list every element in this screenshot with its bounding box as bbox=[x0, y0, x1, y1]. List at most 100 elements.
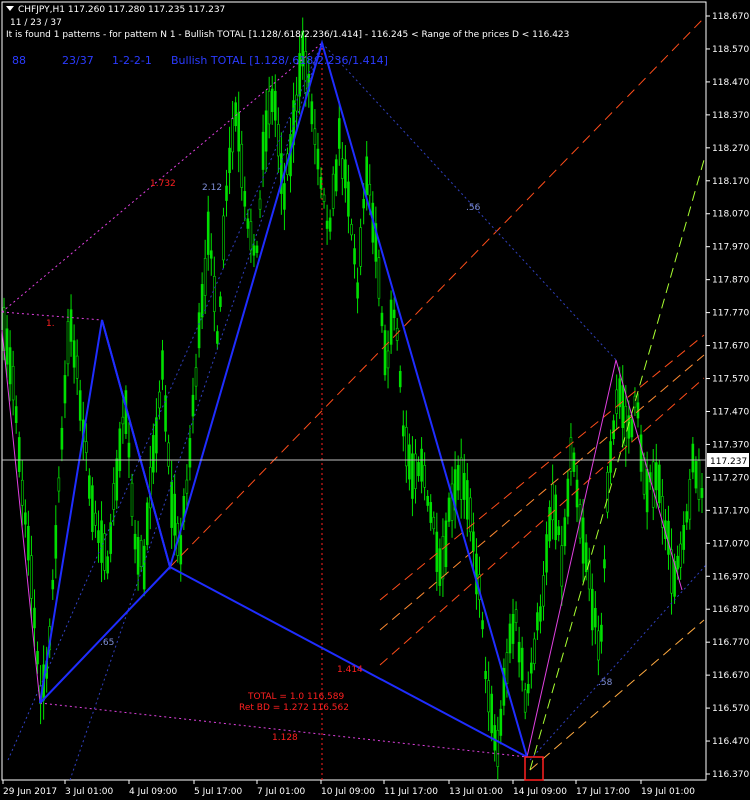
ratio-label: .58 bbox=[598, 678, 613, 688]
y-tick-label: 117.070 bbox=[712, 539, 749, 549]
y-tick-label: 117.470 bbox=[712, 407, 749, 417]
candle-body bbox=[423, 465, 426, 488]
candle-body bbox=[191, 394, 195, 417]
candle-body bbox=[149, 466, 152, 509]
candle-body bbox=[697, 460, 701, 500]
candle-body bbox=[505, 652, 509, 684]
candle-body bbox=[654, 462, 658, 491]
candle-body bbox=[158, 391, 161, 409]
price-chart[interactable]: 1.732 2.12 1. .56 .65 1.414 .58 1.128 TO… bbox=[0, 0, 750, 800]
candle-body bbox=[255, 245, 259, 253]
candle-body bbox=[75, 355, 79, 379]
candle-body bbox=[60, 427, 64, 450]
y-tick-label: 116.870 bbox=[712, 605, 749, 615]
d-zone-box bbox=[524, 756, 544, 781]
candle-body bbox=[523, 689, 527, 713]
x-tick-label: 19 Jul 01:00 bbox=[641, 787, 695, 797]
candle-body bbox=[679, 543, 682, 568]
x-tick-label: 13 Jul 01:00 bbox=[449, 787, 503, 797]
pattern-found-header: It is found 1 patterns - for pattern N 1… bbox=[6, 30, 569, 40]
candle-body bbox=[651, 461, 655, 508]
green-channel-line bbox=[529, 159, 705, 771]
candle-body bbox=[252, 245, 256, 256]
candle-body bbox=[545, 534, 548, 573]
candle-body bbox=[51, 579, 55, 590]
candle-body bbox=[112, 483, 116, 510]
candle-body bbox=[615, 389, 618, 414]
candle-body bbox=[261, 131, 265, 170]
candle-body bbox=[216, 331, 219, 344]
candle-body bbox=[511, 613, 515, 644]
candle-body bbox=[63, 375, 67, 404]
candle-body bbox=[685, 511, 689, 523]
current-price-value: 117.237 bbox=[710, 457, 747, 467]
candle-body bbox=[334, 159, 338, 192]
x-tick-label: 10 Jul 09:00 bbox=[321, 787, 375, 797]
y-tick-label: 117.170 bbox=[712, 506, 749, 516]
dropdown-triangle-icon[interactable] bbox=[6, 6, 14, 11]
candle-body bbox=[600, 624, 603, 642]
x-tick-label: 7 Jul 01:00 bbox=[257, 787, 306, 797]
candle-body bbox=[441, 536, 445, 580]
candle-body bbox=[688, 479, 692, 520]
candle-body bbox=[551, 483, 554, 521]
candle-body bbox=[270, 88, 274, 113]
candle-body bbox=[33, 607, 36, 629]
candle-body bbox=[5, 328, 9, 365]
candle-body bbox=[612, 420, 615, 440]
candle-body bbox=[316, 148, 320, 170]
y-tick-label: 116.470 bbox=[712, 737, 749, 747]
candle-body bbox=[383, 330, 387, 376]
candle-body bbox=[97, 530, 100, 543]
candle-body bbox=[590, 588, 594, 631]
candle-body bbox=[438, 548, 442, 586]
candle-body bbox=[20, 479, 24, 506]
candle-body bbox=[645, 468, 649, 513]
ratio-label: 1.128 bbox=[272, 733, 298, 743]
candle-body bbox=[456, 465, 460, 491]
y-tick-label: 116.970 bbox=[712, 572, 749, 582]
candle-body bbox=[246, 218, 250, 229]
symbol-header: CHFJPY,H1 117.260 117.280 117.235 117.23… bbox=[18, 5, 225, 15]
candle-body bbox=[606, 471, 609, 513]
candle-body bbox=[121, 416, 125, 425]
candle-body bbox=[78, 390, 82, 421]
candle-body bbox=[420, 448, 423, 482]
y-tick-label: 117.270 bbox=[712, 473, 749, 483]
candle-body bbox=[179, 535, 183, 565]
candle-body bbox=[139, 540, 143, 567]
candle-body bbox=[435, 531, 439, 572]
y-tick-label: 117.970 bbox=[712, 243, 749, 253]
candle-body bbox=[667, 520, 670, 555]
candle-body bbox=[91, 485, 94, 532]
candle-body bbox=[219, 296, 222, 307]
x-tick-label: 4 Jul 09:00 bbox=[129, 787, 178, 797]
candle-body bbox=[57, 477, 61, 492]
candle-body bbox=[417, 462, 420, 477]
candle-body bbox=[621, 385, 625, 428]
candle-body bbox=[341, 158, 344, 179]
candle-body bbox=[508, 623, 512, 654]
candle-body bbox=[167, 442, 170, 467]
candle-body bbox=[359, 227, 362, 267]
candle-body bbox=[337, 118, 341, 149]
ratio-label: 1.414 bbox=[337, 665, 363, 675]
candle-body bbox=[347, 181, 350, 217]
candle-body bbox=[243, 191, 247, 207]
candle-body bbox=[472, 531, 475, 552]
candle-body bbox=[353, 248, 356, 265]
candle-body bbox=[700, 488, 704, 498]
candle-body bbox=[581, 517, 585, 564]
candle-body bbox=[88, 475, 91, 499]
candle-body bbox=[365, 156, 369, 196]
candle-body bbox=[8, 347, 12, 385]
candle-body bbox=[536, 612, 539, 631]
ratio-label: .56 bbox=[466, 203, 481, 213]
candle-body bbox=[377, 257, 381, 299]
candle-body bbox=[133, 533, 137, 550]
candle-body bbox=[331, 173, 335, 209]
candle-body bbox=[197, 312, 201, 349]
x-tick-label: 29 Jun 2017 bbox=[3, 787, 57, 797]
candle-body bbox=[530, 662, 533, 674]
candle-body bbox=[356, 282, 359, 299]
